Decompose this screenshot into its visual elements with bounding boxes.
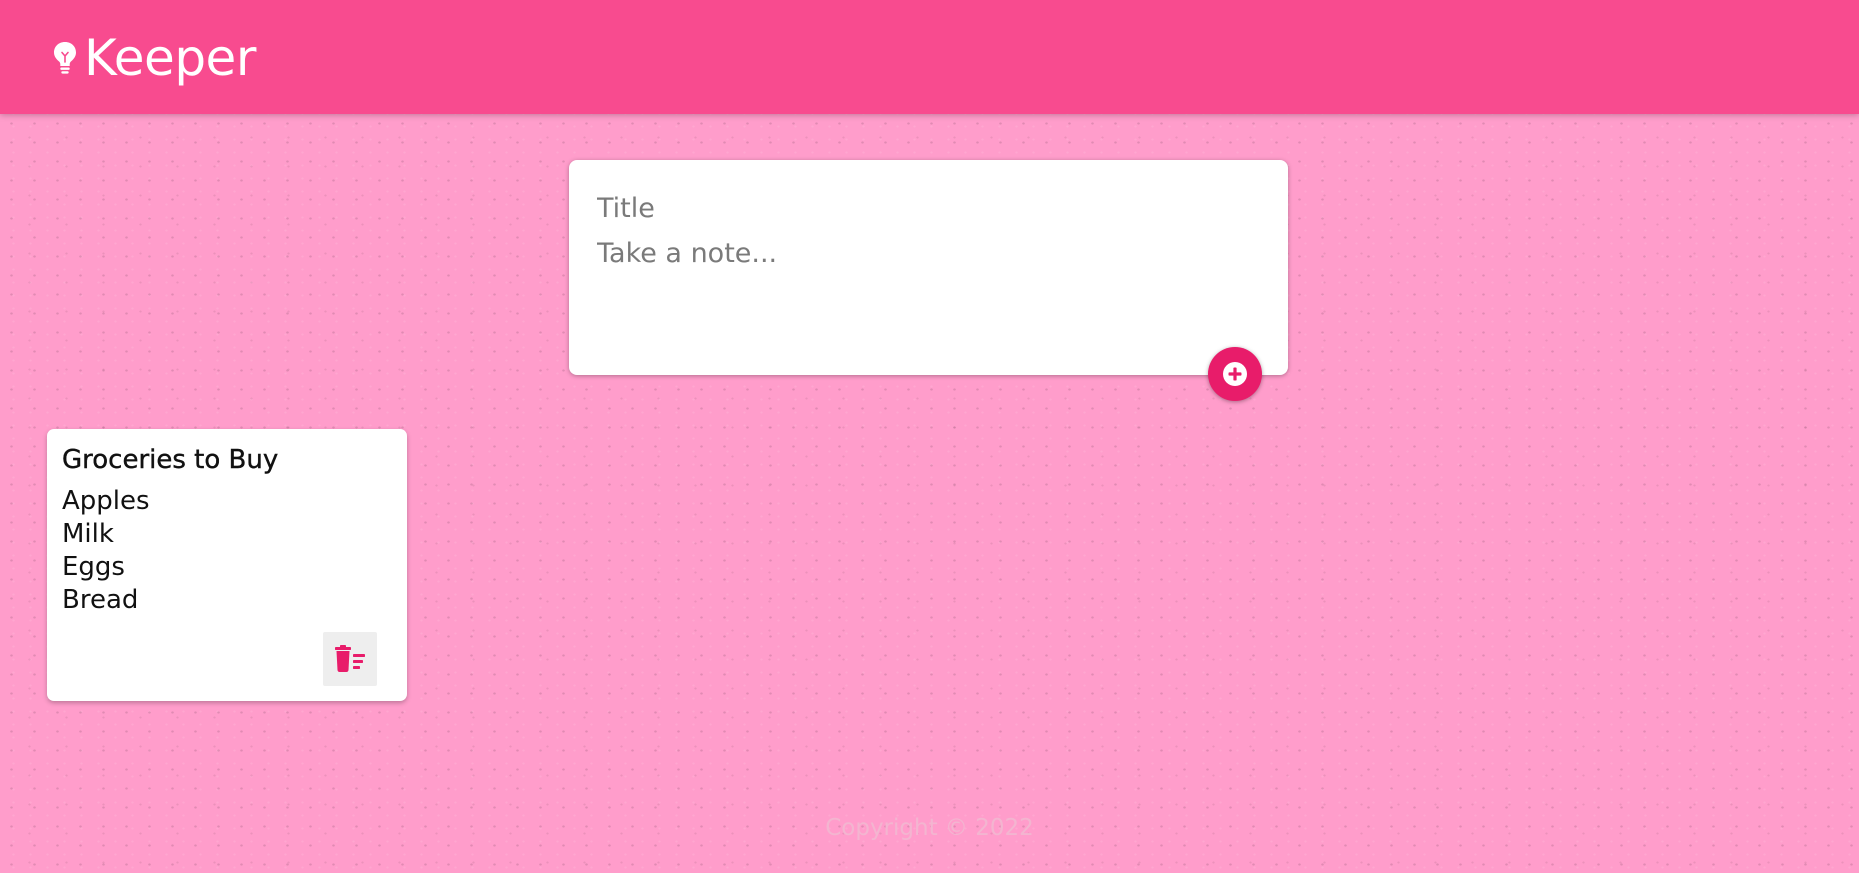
delete-note-button[interactable]	[323, 632, 377, 686]
note-title-input[interactable]	[597, 188, 1257, 228]
plus-circle-icon	[1223, 362, 1247, 386]
list-item: Bread	[62, 585, 139, 615]
list-item: Milk	[62, 519, 114, 549]
brand: Keeper	[52, 30, 256, 86]
note-content: Apples Milk Eggs Bread	[62, 485, 150, 617]
list-item: Apples	[62, 486, 150, 516]
footer: Copyright © 2022	[0, 815, 1859, 841]
app-header: Keeper	[0, 0, 1859, 114]
delete-sweep-icon	[335, 645, 365, 672]
note-title: Groceries to Buy	[62, 445, 279, 475]
add-note-button[interactable]	[1208, 347, 1262, 401]
note-card: Groceries to Buy Apples Milk Eggs Bread	[47, 429, 407, 701]
note-content-input[interactable]	[597, 234, 1257, 334]
copyright-text: Copyright © 2022	[825, 815, 1034, 841]
app-title: Keeper	[84, 29, 256, 87]
list-item: Eggs	[62, 552, 125, 582]
create-note-form	[569, 160, 1288, 375]
lightbulb-icon	[54, 42, 76, 74]
